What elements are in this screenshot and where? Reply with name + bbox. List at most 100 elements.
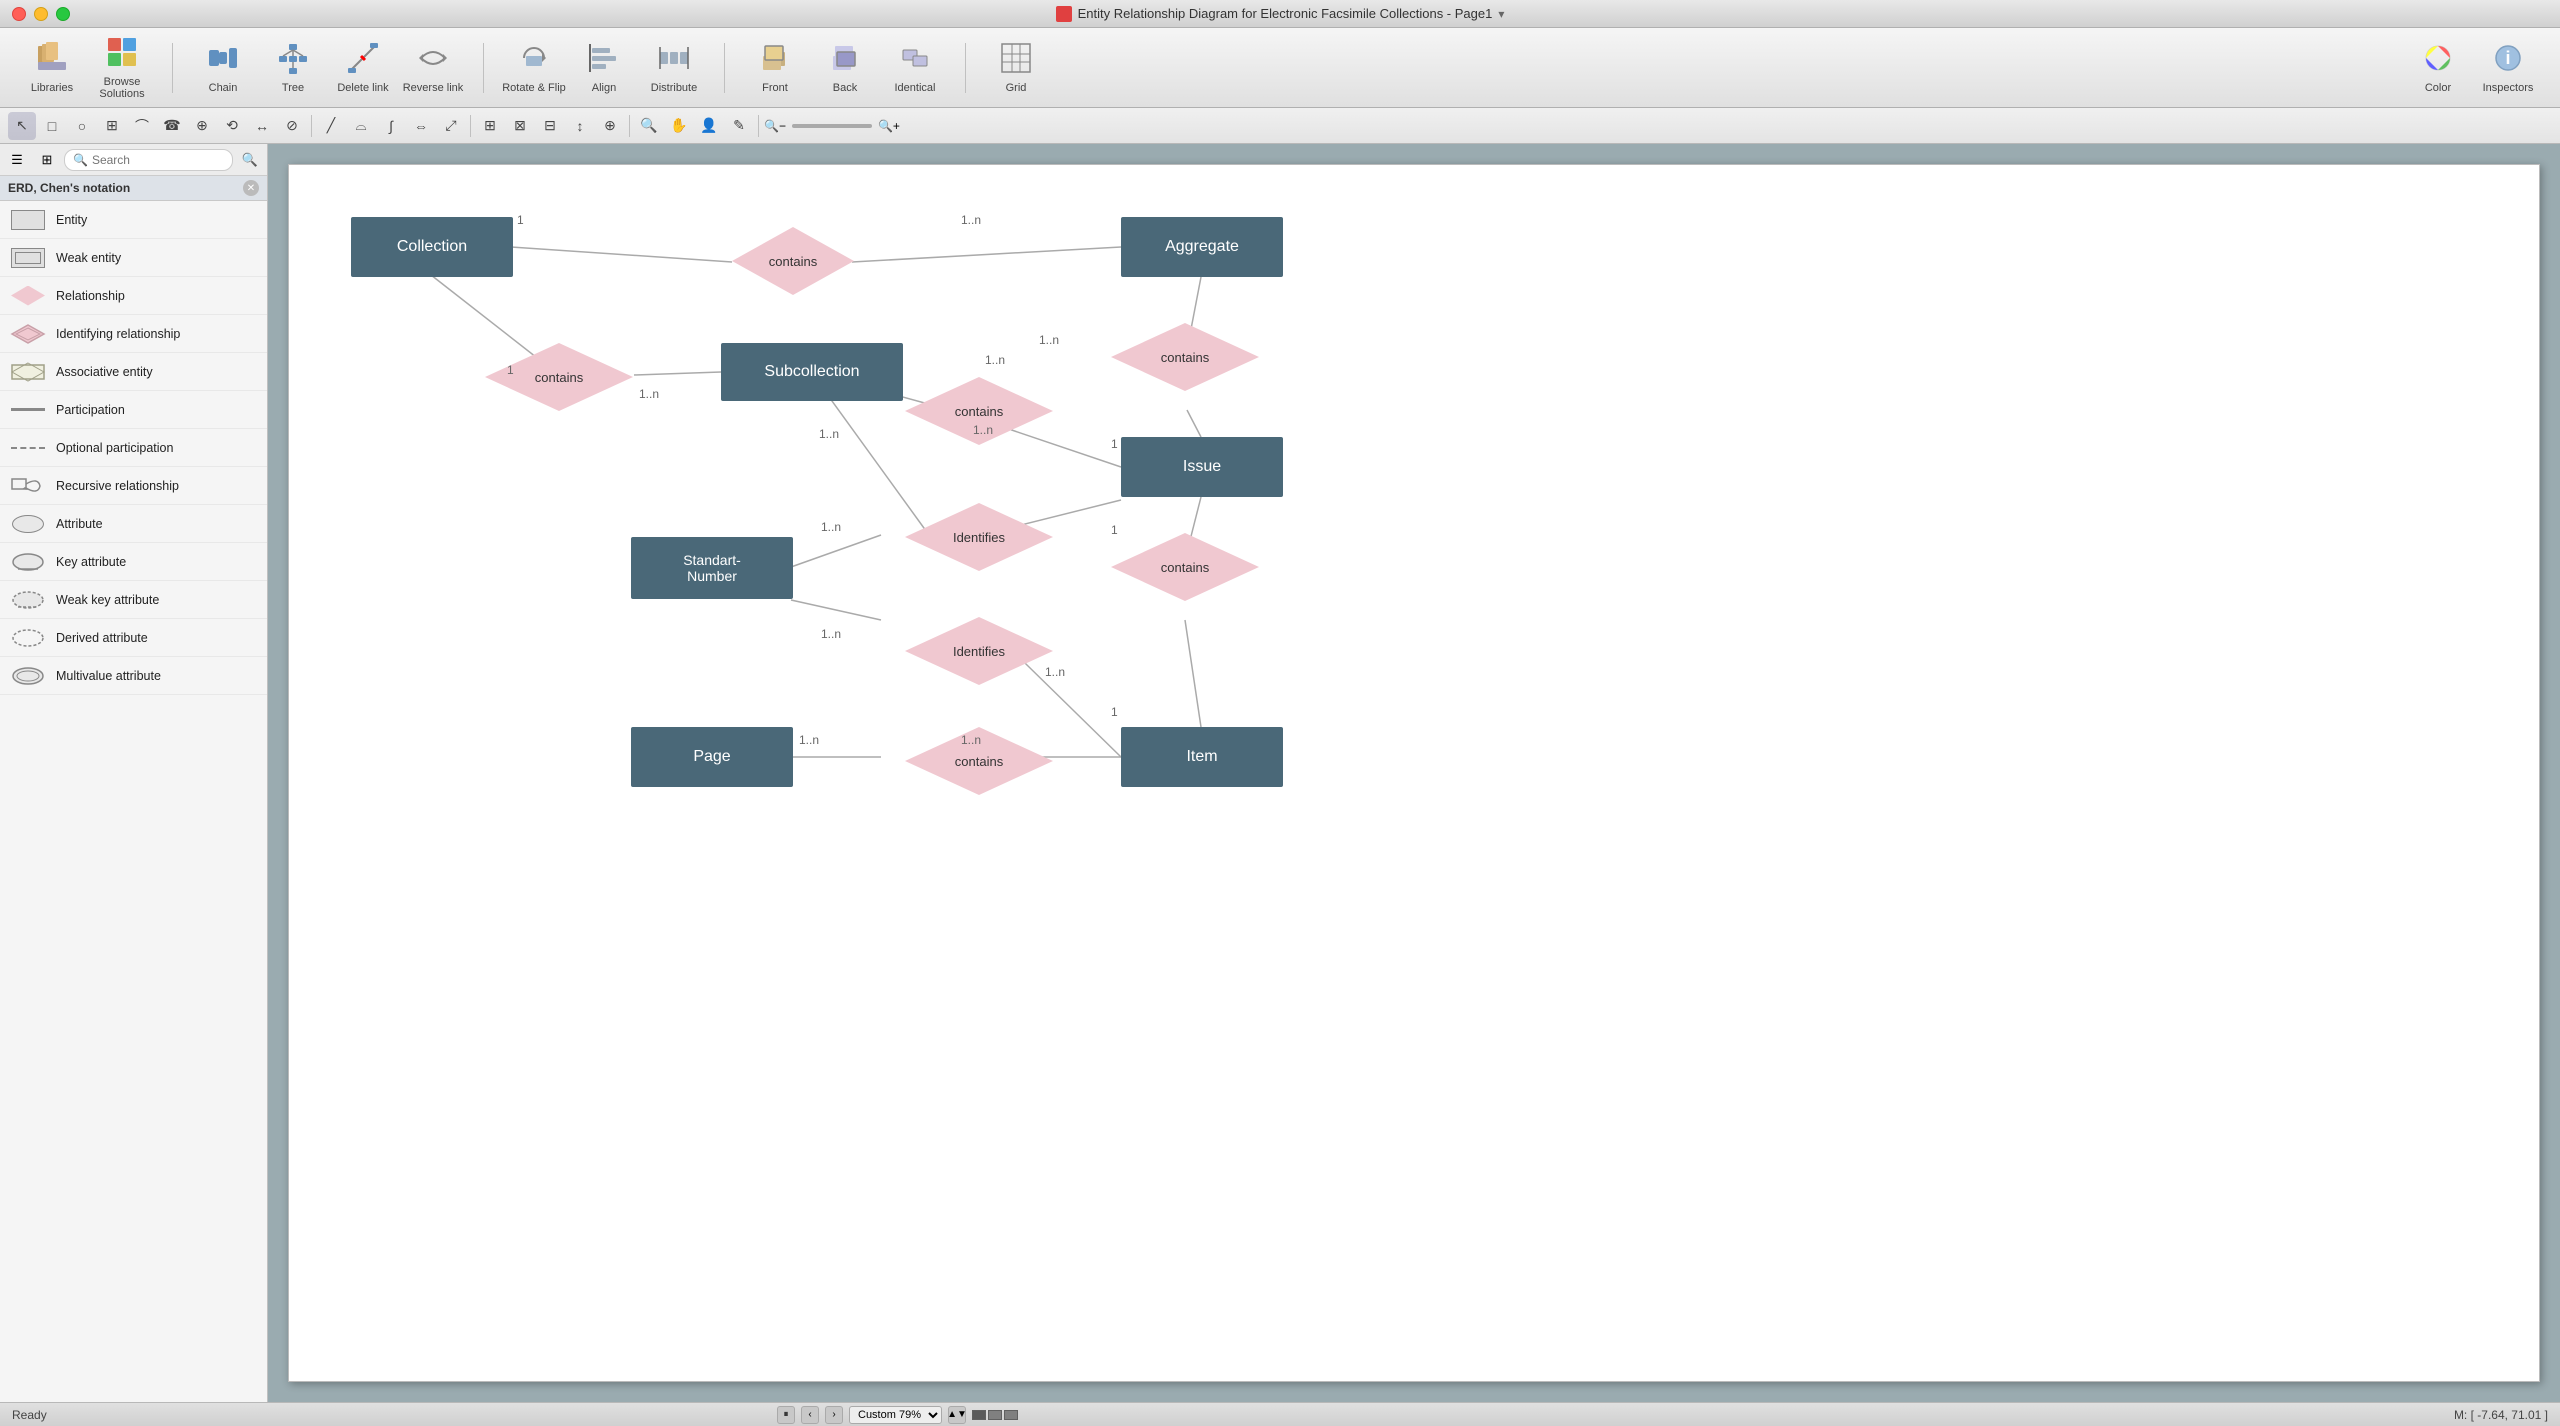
table-tool[interactable]: ⊞ (98, 112, 126, 140)
zoom-in-icon: 🔍+ (878, 119, 900, 133)
back-button[interactable]: Back (811, 34, 879, 102)
sidebar-item-derived[interactable]: Derived attribute (0, 619, 267, 657)
id-relationship-icon (10, 322, 46, 346)
split-tool[interactable]: ⊟ (536, 112, 564, 140)
entity-aggregate[interactable]: Aggregate (1121, 217, 1283, 277)
entity-standart-number[interactable]: Standart- Number (631, 537, 793, 599)
pause-button[interactable]: ⏸ (777, 1406, 795, 1424)
front-button[interactable]: Front (741, 34, 809, 102)
browse-icon (106, 36, 138, 72)
entity-issue[interactable]: Issue (1121, 437, 1283, 497)
ellipse-tool[interactable]: ○ (68, 112, 96, 140)
front-icon (759, 42, 791, 78)
reverse-link-button[interactable]: Reverse link (399, 34, 467, 102)
identical-label: Identical (895, 82, 936, 94)
delete-link-button[interactable]: Delete link (329, 34, 397, 102)
page-sq-2[interactable] (988, 1410, 1002, 1420)
sidebar-item-key-attr[interactable]: Key attribute (0, 543, 267, 581)
sidebar-list-view[interactable]: ☰ (4, 147, 30, 173)
bezier-tool[interactable]: ∫ (377, 112, 405, 140)
inspectors-button[interactable]: i Inspectors (2474, 34, 2542, 102)
align-button[interactable]: Align (570, 34, 638, 102)
sidebar-grid-view[interactable]: ⊞ (34, 147, 60, 173)
color-button[interactable]: Color (2404, 34, 2472, 102)
participation-label: Participation (56, 403, 125, 417)
chevron-down-icon[interactable]: ▾ (1498, 7, 1504, 21)
page-sq-1[interactable] (972, 1410, 986, 1420)
inspectors-label: Inspectors (2483, 82, 2534, 94)
curve-tool[interactable]: ⌒ (128, 112, 156, 140)
sidebar-item-recursive[interactable]: Recursive relationship (0, 467, 267, 505)
sidebar-item-relationship[interactable]: Relationship (0, 277, 267, 315)
recursive-label: Recursive relationship (56, 479, 179, 493)
sidebar-item-assoc-entity[interactable]: Associative entity (0, 353, 267, 391)
sidebar-item-weak-key[interactable]: Weak key attribute (0, 581, 267, 619)
maximize-button[interactable] (56, 7, 70, 21)
entity-page[interactable]: Page (631, 727, 793, 787)
zoom-slider[interactable] (792, 124, 872, 128)
toolbar-separator-4 (965, 43, 966, 93)
prev-page-button[interactable]: ‹ (801, 1406, 819, 1424)
rel-identifies-1[interactable]: Identifies (905, 503, 1053, 571)
minimize-button[interactable] (34, 7, 48, 21)
flow-tool[interactable]: ⇔ (407, 112, 435, 140)
card-1n-item: 1..n (961, 733, 981, 747)
connect-tool[interactable]: ⊕ (188, 112, 216, 140)
group-tool[interactable]: ⊞ (476, 112, 504, 140)
zoom-out-btn[interactable]: 🔍 (635, 112, 663, 140)
select-tool[interactable]: ↖ (8, 112, 36, 140)
entity-item[interactable]: Item (1121, 727, 1283, 787)
identical-button[interactable]: Identical (881, 34, 949, 102)
canvas[interactable]: Collection Aggregate Subcollection Issue… (288, 164, 2540, 1382)
browse-solutions-button[interactable]: Browse Solutions (88, 34, 156, 102)
user-tool[interactable]: 👤 (695, 112, 723, 140)
chain-button[interactable]: Chain (189, 34, 257, 102)
more2-tool[interactable]: ⊕ (596, 112, 624, 140)
phone-tool[interactable]: ☎ (158, 112, 186, 140)
card-1n-agg: 1..n (961, 213, 981, 227)
status-coordinates: M: [ -7.64, 71.01 ] (1803, 1408, 2548, 1422)
rel-contains-agg[interactable]: contains (1111, 323, 1259, 391)
rel-identifies-2[interactable]: Identifies (905, 617, 1053, 685)
entity-collection[interactable]: Collection (351, 217, 513, 277)
rel-contains-left[interactable]: contains (485, 343, 633, 411)
zoom-select[interactable]: Custom 79% 50% 75% 100% 150% (849, 1406, 942, 1424)
canvas-svg (289, 165, 2539, 1381)
search-input[interactable] (92, 153, 224, 167)
category-close-button[interactable]: ✕ (243, 180, 259, 196)
tree-button[interactable]: Tree (259, 34, 327, 102)
sidebar-item-id-relationship[interactable]: Identifying relationship (0, 315, 267, 353)
next-page-button[interactable]: › (825, 1406, 843, 1424)
page-sq-3[interactable] (1004, 1410, 1018, 1420)
rect-tool[interactable]: □ (38, 112, 66, 140)
crop-tool[interactable]: ⊠ (506, 112, 534, 140)
card-1n-sub: 1..n (639, 387, 659, 401)
sidebar-item-participation[interactable]: Participation (0, 391, 267, 429)
adjust-tool[interactable]: ⟲ (218, 112, 246, 140)
grid-button[interactable]: Grid (982, 34, 1050, 102)
sidebar-item-multivalue[interactable]: Multivalue attribute (0, 657, 267, 695)
rel-contains-top[interactable]: contains (732, 227, 854, 295)
dash-tool[interactable]: ⤢ (437, 112, 465, 140)
libraries-button[interactable]: Libraries (18, 34, 86, 102)
entity-subcollection[interactable]: Subcollection (721, 343, 903, 401)
sidebar-item-weak-entity[interactable]: Weak entity (0, 239, 267, 277)
rel-contains-issue[interactable]: contains (1111, 533, 1259, 601)
search-icon-btn[interactable]: 🔍 (237, 147, 263, 173)
distribute-button[interactable]: Distribute (640, 34, 708, 102)
sidebar-item-entity[interactable]: Entity (0, 201, 267, 239)
sec-toolbar-sep-1 (311, 115, 312, 137)
pen-tool[interactable]: ✎ (725, 112, 753, 140)
close-button[interactable] (12, 7, 26, 21)
sidebar-item-attribute[interactable]: Attribute (0, 505, 267, 543)
sidebar-item-opt-participation[interactable]: Optional participation (0, 429, 267, 467)
line-tool[interactable]: ╱ (317, 112, 345, 140)
zoom-stepper[interactable]: ▲▼ (948, 1406, 966, 1424)
flow2-tool[interactable]: ↕ (566, 112, 594, 140)
resize-tool[interactable]: ↔ (248, 112, 276, 140)
arc-tool[interactable]: ⌓ (347, 112, 375, 140)
rotate-flip-button[interactable]: Rotate & Flip (500, 34, 568, 102)
more-tool[interactable]: ⊘ (278, 112, 306, 140)
hand-tool[interactable]: ✋ (665, 112, 693, 140)
toolbar-group-grid: Grid (974, 34, 1058, 102)
